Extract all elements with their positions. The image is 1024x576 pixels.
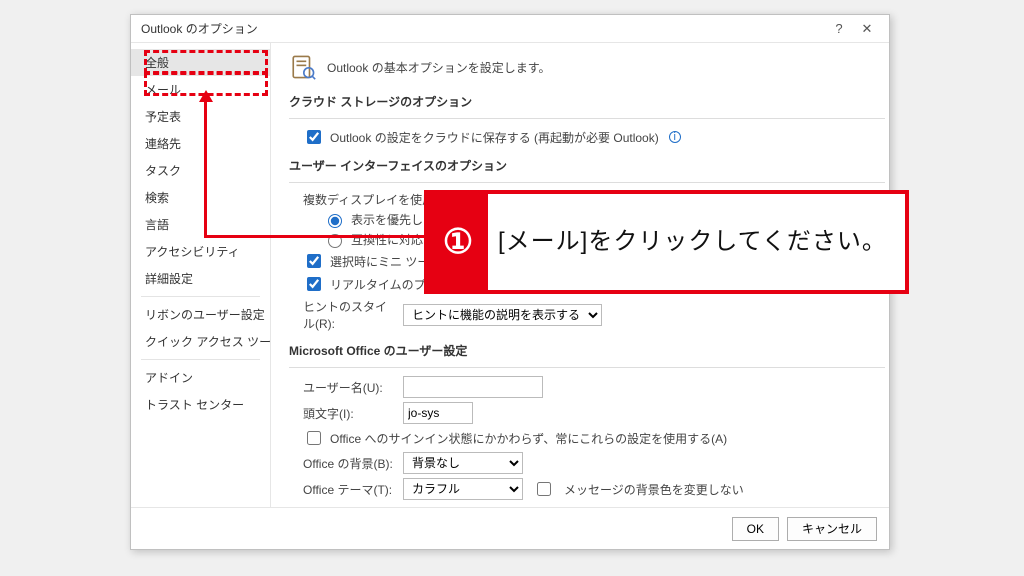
chk-live-preview[interactable] [307, 277, 321, 291]
screentip-label: ヒントのスタイル(R): [303, 298, 393, 332]
sidebar-item-language[interactable]: 言語 [131, 211, 270, 238]
title-bar: Outlook のオプション ? ✕ [131, 15, 889, 43]
sidebar-item-addins[interactable]: アドイン [131, 364, 270, 391]
dialog-footer: OK キャンセル [131, 507, 889, 549]
section-ui-title: ユーザー インターフェイスのオプション [289, 157, 885, 174]
initials-label: 頭文字(I): [303, 405, 393, 422]
multi-display-label: 複数ディスプレイを使用する場合: [303, 191, 486, 208]
options-icon [289, 53, 317, 81]
username-field[interactable] [403, 376, 543, 398]
screentip-select[interactable]: ヒントに機能の説明を表示する [403, 304, 602, 326]
chk-cloud-save-label: Outlook の設定をクラウドに保存する (再起動が必要 Outlook) [330, 129, 659, 146]
window-title: Outlook のオプション [141, 20, 258, 37]
ok-button[interactable]: OK [732, 517, 779, 541]
options-dialog: Outlook のオプション ? ✕ 全般 メール 予定表 連絡先 タスク 検索… [130, 14, 890, 550]
sidebar-item-ribbon[interactable]: リボンのユーザー設定 [131, 301, 270, 328]
bg-label: Office の背景(B): [303, 455, 393, 472]
sidebar-item-contacts[interactable]: 連絡先 [131, 130, 270, 157]
bg-select[interactable]: 背景なし [403, 452, 523, 474]
sidebar-item-general[interactable]: 全般 [131, 49, 270, 76]
chk-mini-toolbar-label: 選択時にミニ ツール バーを表示する(M) [330, 253, 547, 270]
category-sidebar: 全般 メール 予定表 連絡先 タスク 検索 言語 アクセシビリティ 詳細設定 リ… [131, 43, 271, 507]
sidebar-item-calendar[interactable]: 予定表 [131, 103, 270, 130]
radio-compat-optimize-label: 互換性に対応した最適化 (アプリケーションの再起動が必要)(C) [351, 231, 691, 248]
radio-display-optimize[interactable] [328, 214, 342, 228]
chk-cloud-save[interactable] [307, 130, 321, 144]
sidebar-item-qat[interactable]: クイック アクセス ツール バー [131, 328, 270, 355]
section-user-title: Microsoft Office のユーザー設定 [289, 342, 885, 359]
sidebar-item-accessibility[interactable]: アクセシビリティ [131, 238, 270, 265]
initials-field[interactable] [403, 402, 473, 424]
username-label: ユーザー名(U): [303, 379, 393, 396]
theme-select[interactable]: カラフル [403, 478, 523, 500]
info-icon[interactable]: i [496, 194, 508, 206]
chk-always-use[interactable] [307, 431, 321, 445]
chk-live-preview-label: リアルタイムのプレビュー表示機能を有効にする(L) [330, 276, 608, 293]
sidebar-item-search[interactable]: 検索 [131, 184, 270, 211]
help-button[interactable]: ? [825, 21, 853, 36]
page-header: Outlook の基本オプションを設定します。 [327, 59, 551, 76]
info-icon[interactable]: i [669, 131, 681, 143]
theme-label: Office テーマ(T): [303, 481, 393, 498]
close-button[interactable]: ✕ [853, 21, 881, 37]
content-pane: Outlook の基本オプションを設定します。 クラウド ストレージのオプション… [271, 43, 889, 507]
sidebar-item-trust[interactable]: トラスト センター [131, 391, 270, 418]
radio-compat-optimize[interactable] [328, 234, 342, 248]
chk-mini-toolbar[interactable] [307, 254, 321, 268]
sidebar-item-advanced[interactable]: 詳細設定 [131, 265, 270, 292]
sidebar-item-mail[interactable]: メール [131, 76, 270, 103]
section-cloud-title: クラウド ストレージのオプション [289, 93, 885, 110]
chk-always-use-label: Office へのサインイン状態にかかわらず、常にこれらの設定を使用する(A) [330, 430, 727, 447]
chk-no-msg-bg[interactable] [537, 482, 551, 496]
sidebar-item-tasks[interactable]: タスク [131, 157, 270, 184]
chk-no-msg-bg-label: メッセージの背景色を変更しない [564, 481, 744, 498]
cancel-button[interactable]: キャンセル [787, 517, 877, 541]
radio-display-optimize-label: 表示を優先した最適化(A) [351, 211, 487, 228]
